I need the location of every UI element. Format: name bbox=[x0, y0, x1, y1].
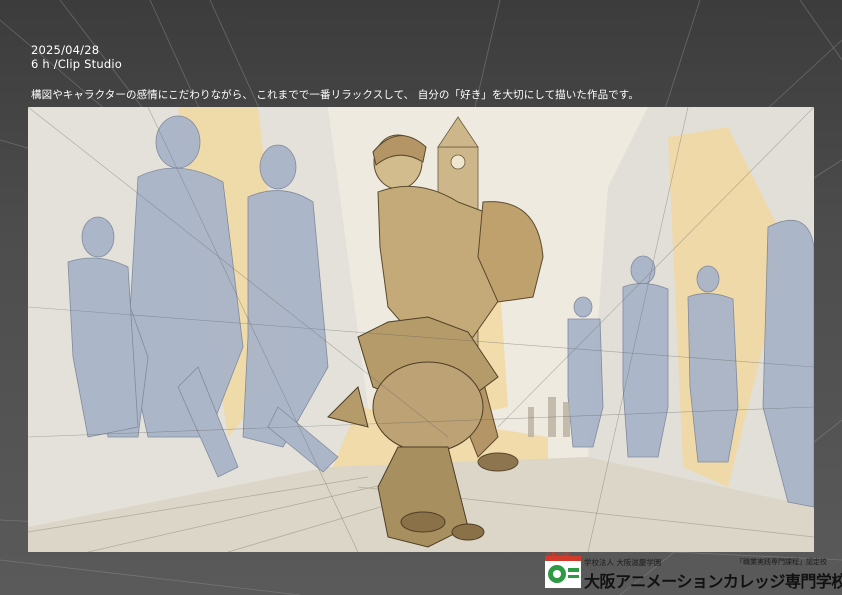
artwork-time-tool: 6 h /Clip Studio bbox=[31, 57, 122, 71]
school-footer: GROUP 学校法人 大阪滋慶学園 「職業実践専門課程」認定校 大阪アニメーショ… bbox=[540, 553, 842, 595]
group-label: GROUP bbox=[547, 553, 570, 559]
artwork-date: 2025/04/28 bbox=[31, 43, 100, 57]
artwork-meta: 2025/04/28 6 h /Clip Studio bbox=[31, 43, 122, 71]
school-emblem-icon bbox=[545, 556, 581, 588]
org-name: 学校法人 大阪滋慶学園 bbox=[584, 558, 662, 567]
certification-label: 「職業実践専門課程」認定校 bbox=[736, 558, 827, 566]
artwork-image bbox=[28, 107, 814, 552]
portfolio-page: 2025/04/28 6 h /Clip Studio 構図やキャラクターの感情… bbox=[0, 0, 842, 595]
school-name: 大阪アニメーションカレッジ専門学校 bbox=[584, 572, 842, 591]
sketch-illustration bbox=[28, 107, 814, 552]
artwork-caption: 構図やキャラクターの感情にこだわりながら、 これまでで一番リラックスして、 自分… bbox=[31, 89, 639, 101]
